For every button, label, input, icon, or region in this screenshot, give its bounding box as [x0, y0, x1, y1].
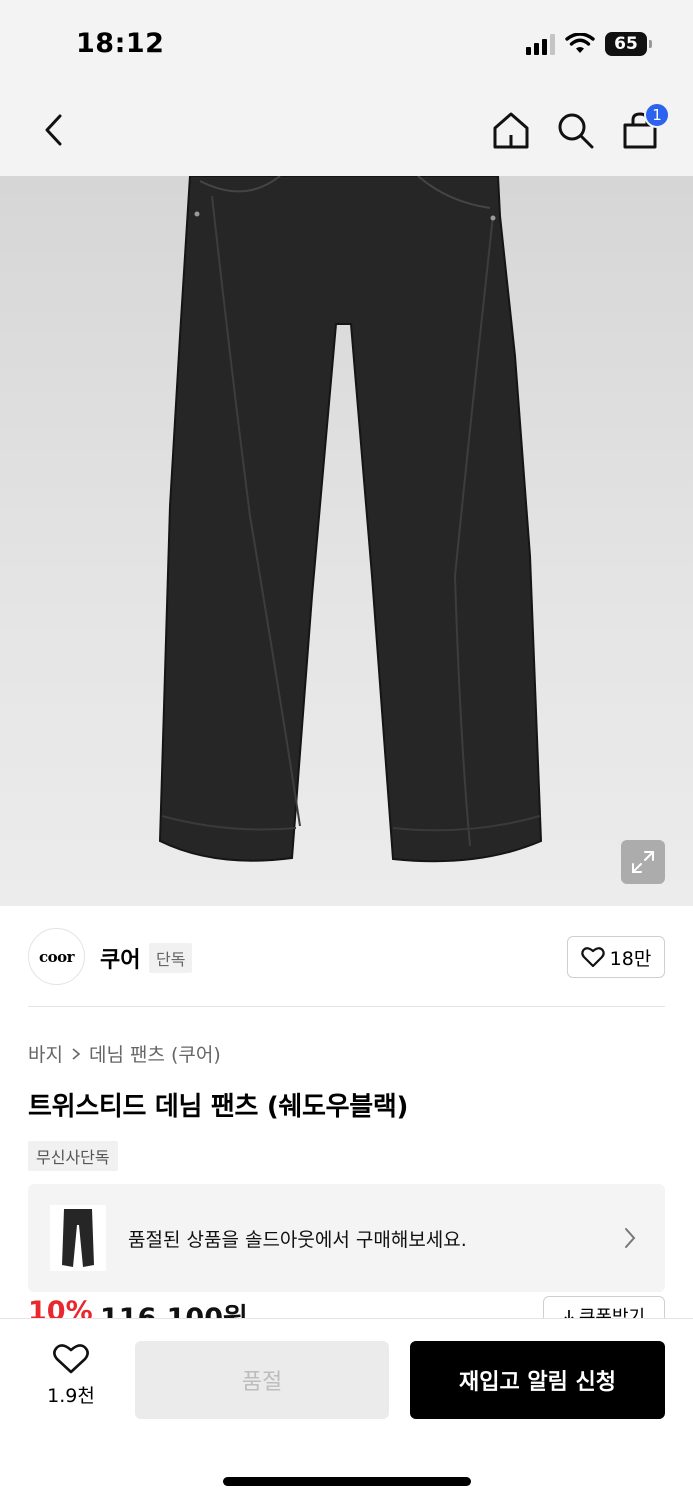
back-button[interactable]: [34, 110, 74, 150]
breadcrumb: 바지 데님 팬츠 (쿠어): [28, 1040, 221, 1067]
price-row: 10% 116,100원 쿠폰받기: [28, 1296, 665, 1318]
product-title: 트위스티드 데님 팬츠 (쉐도우블랙): [28, 1092, 409, 1122]
soldout-button: 품절: [135, 1341, 389, 1419]
coupon-label: 쿠폰받기: [578, 1307, 646, 1318]
product-image[interactable]: [0, 176, 693, 906]
soldout-banner[interactable]: 품절된 상품을 솔드아웃에서 구매해보세요.: [28, 1184, 665, 1292]
denim-pants-image: [158, 176, 543, 863]
breadcrumb-item-subcategory[interactable]: 데님 팬츠 (쿠어): [89, 1040, 221, 1067]
restock-alert-button[interactable]: 재입고 알림 신청: [410, 1341, 665, 1419]
wishlist-count: 1.9천: [47, 1385, 95, 1407]
brand-like-button[interactable]: 18만: [567, 936, 665, 978]
soldout-banner-text: 품절된 상품을 솔드아웃에서 구매해보세요.: [128, 1229, 467, 1251]
status-indicators: 65: [526, 32, 652, 56]
chevron-left-icon: [45, 114, 62, 146]
brand-logo[interactable]: coor: [28, 928, 85, 985]
wishlist-button[interactable]: 1.9천: [36, 1343, 106, 1415]
chevron-right-icon: [625, 1228, 636, 1248]
status-time: 18:12: [76, 28, 165, 59]
product-thumbnail: [50, 1205, 106, 1271]
breadcrumb-item-category[interactable]: 바지: [28, 1040, 63, 1067]
nav-bar: 1: [0, 88, 693, 176]
heart-icon: [53, 1344, 89, 1374]
discount-rate: 10%: [28, 1296, 93, 1318]
home-icon: [493, 112, 529, 149]
brand-exclusive-tag: 단독: [149, 943, 193, 973]
coupon-button[interactable]: 쿠폰받기: [543, 1296, 665, 1318]
cart-count-badge: 1: [644, 102, 670, 128]
download-arrow-icon: [564, 1310, 574, 1318]
bottom-action-bar: 1.9천 품절 재입고 알림 신청: [0, 1318, 693, 1500]
status-bar: 18:12 65: [0, 0, 693, 88]
brand-row: coor 쿠어 단독 18만: [28, 928, 665, 986]
home-indicator: [223, 1477, 471, 1486]
battery-indicator: 65: [605, 32, 652, 56]
home-button[interactable]: [491, 110, 531, 150]
cellular-signal-icon: [526, 33, 555, 55]
exclusive-badge: 무신사단독: [28, 1141, 118, 1171]
chevron-right-icon: [72, 1047, 81, 1060]
sale-price: 116,100원: [100, 1296, 248, 1318]
expand-icon: [632, 851, 654, 873]
search-icon: [558, 113, 594, 149]
brand-like-count: 18만: [609, 947, 652, 970]
expand-image-button[interactable]: [621, 840, 665, 884]
divider: [28, 1006, 665, 1007]
cart-button[interactable]: 1: [620, 102, 670, 150]
wifi-icon: [565, 33, 595, 53]
brand-name[interactable]: 쿠어: [100, 942, 140, 974]
pants-thumbnail-image: [62, 1209, 94, 1267]
heart-icon: [580, 947, 605, 968]
search-button[interactable]: [555, 110, 595, 150]
